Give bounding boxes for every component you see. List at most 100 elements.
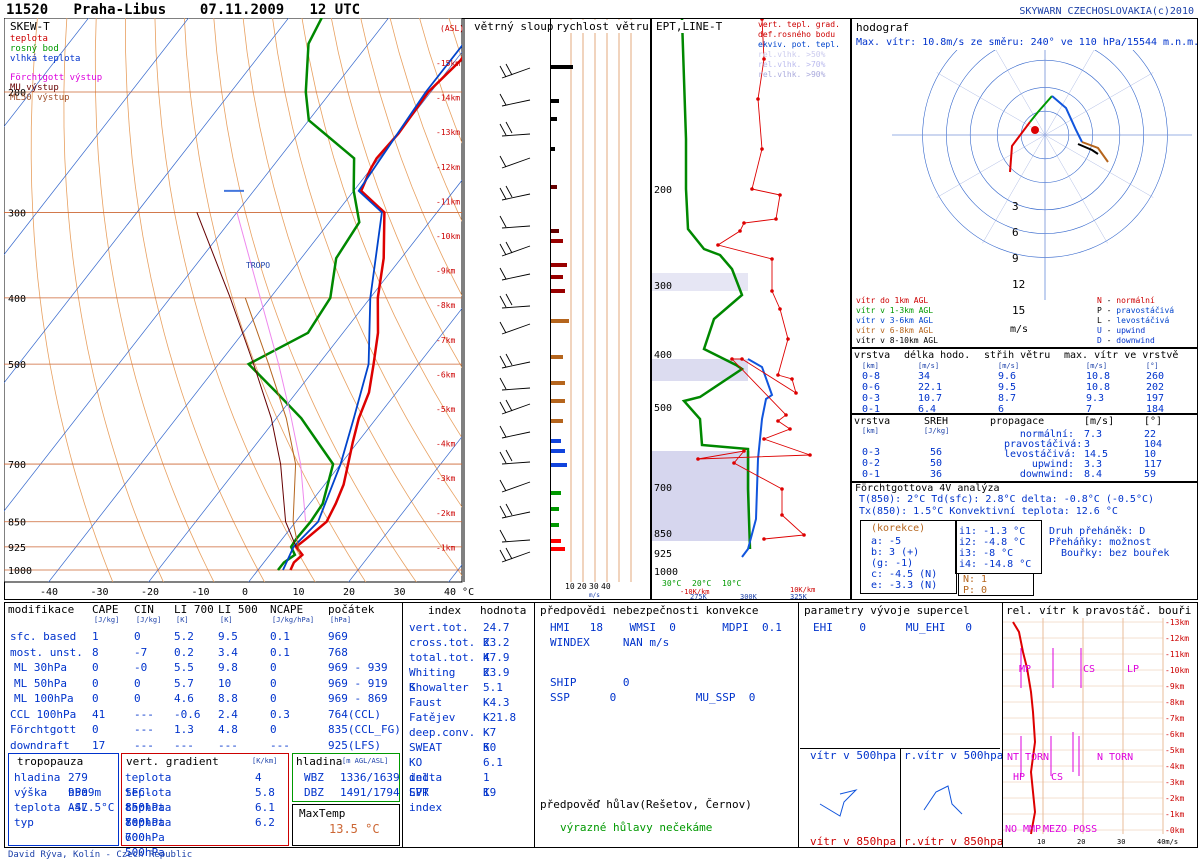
gradient-value: 5.8 <box>255 786 275 799</box>
lapse-rate-point <box>716 243 720 247</box>
sreh-cell: 0-2 <box>862 458 881 469</box>
mods-cell: 969 - 939 <box>328 661 388 674</box>
speed-bar <box>551 523 559 527</box>
hodo-ray <box>1044 134 1108 244</box>
pressure-label-925: 925 <box>8 543 26 554</box>
speed-bar <box>551 239 563 243</box>
gradient-unit: [K/km] <box>252 757 278 765</box>
mods-cell: 0 <box>270 692 277 705</box>
hodo-leg-8-10: vítr v 8-10km AGL <box>856 336 938 345</box>
lapse-rate-point <box>788 427 792 431</box>
height-label: -8km <box>436 301 455 310</box>
speed-bar <box>551 147 555 151</box>
station-header: 11520 Praha-Libus 07.11.2009 12 UTC <box>6 2 360 18</box>
mods-cell: 5.7 <box>174 676 194 690</box>
ept-bottom-label: 275K <box>690 593 708 599</box>
speed-tick: 30 <box>589 582 599 591</box>
hmi-value: 18 <box>589 621 603 634</box>
mods-unit-cell: [hPa] <box>330 616 352 624</box>
mods-cell: 0.1 <box>270 645 290 659</box>
sreh-h-deg: [°] <box>1144 416 1163 427</box>
shear-u-1: [m/s] <box>918 362 940 370</box>
ept-pressure-label: 200 <box>654 185 672 196</box>
hodo-storm-motion <box>1031 126 1039 134</box>
fg-e: e: -3.3 (N) <box>871 580 938 591</box>
rw500-label: r.vítr v 500hpa <box>904 749 1004 762</box>
fg-p: P: 0 <box>963 585 988 596</box>
relwind-xtick: 20 <box>1077 838 1085 846</box>
lapse-rate-point <box>774 217 778 221</box>
relwind-xtick: 30 <box>1117 838 1125 846</box>
hodo-seg-0-1 <box>1009 121 1031 173</box>
tropo-value: -47.5°C <box>68 801 115 814</box>
hodo-key-n-label: normální <box>1116 296 1155 305</box>
speed-bar <box>551 547 565 551</box>
wind-profile <box>463 18 531 582</box>
wind-barb <box>499 241 531 257</box>
mods-cell: 0 <box>92 692 99 705</box>
shear-cell: 0-8 <box>862 371 881 382</box>
speed-bar <box>551 539 561 543</box>
mods-cell: 5.2 <box>174 630 194 643</box>
hladina-value: 1336/1639 <box>340 771 400 784</box>
forchtgott-left: a: -5 b: 3 (+) (g: -1) c: -4.5 (N) e: -3… <box>871 536 937 591</box>
index-label: cross.tot. <box>409 636 476 649</box>
fg-i1: i1: -1.3 °C <box>959 526 1026 537</box>
tropo-label: typ <box>14 816 34 829</box>
wind-barb <box>499 449 531 465</box>
relwind-km-label: -4km <box>1165 762 1184 771</box>
temp-tick-label: 10 <box>293 587 305 598</box>
pressure-label-1000: 1000 <box>8 566 32 577</box>
mods-cell: 8.8 <box>218 692 238 705</box>
mods-cell: 9.8 <box>218 661 238 674</box>
sreh-h-propagace: propagace <box>990 416 1045 427</box>
gradient-value: 6.2 <box>255 816 275 829</box>
mini-hodo-500 <box>819 789 858 817</box>
relwind-xtick: 10 <box>1037 838 1045 846</box>
mods-cell: 4.6 <box>174 692 194 705</box>
indexes-h-index: index <box>428 604 462 617</box>
shear-cell: 34 <box>918 371 931 382</box>
hodo-ray <box>936 134 1046 198</box>
height-label: -9km <box>436 267 455 276</box>
hodo-ray <box>1044 134 1154 198</box>
mods-cell: 41 <box>92 707 106 721</box>
forecast-row4: SSP 0 MU_SSP 0 <box>550 691 755 704</box>
wind-barb <box>499 377 531 391</box>
tropo-label: teplota <box>14 801 61 814</box>
mods-cell: 969 <box>328 630 348 643</box>
relwind-km-label: -11km <box>1165 650 1189 659</box>
speed-bar <box>551 381 565 385</box>
relwind-km-label: -10km <box>1165 666 1189 675</box>
ept-legend: vert. tepl. grad. def.rosného bodu ekviv… <box>758 20 840 80</box>
mods-cell: -0 <box>134 661 148 674</box>
muehi-value: 0 <box>965 621 972 634</box>
hodo-ring-label: 9 <box>1012 252 1019 265</box>
wind-barb <box>499 399 531 415</box>
speed-bar <box>551 185 557 189</box>
ehi-label: EHI <box>813 621 833 634</box>
mods-cell: 0 <box>134 676 141 690</box>
hodo-leg-0-1: vítr do 1km AGL <box>856 296 929 305</box>
mods-unit-cell: [J/kg] <box>94 616 120 624</box>
legend-teplota: teplota <box>10 34 48 44</box>
mods-cell: -7 <box>134 645 148 659</box>
mods-cell: 0 <box>270 676 277 690</box>
pressure-label-850: 850 <box>8 518 26 529</box>
lapse-rate-point <box>778 193 782 197</box>
hodo-key-u: U <box>1097 326 1102 335</box>
ssp-label: SSP <box>550 691 570 704</box>
hodo-unit: m/s <box>1010 324 1028 335</box>
shear-h-vrstva: vrstva <box>854 350 891 361</box>
shear-cell: 9.5 <box>998 382 1017 393</box>
wind-barb <box>499 185 531 201</box>
mods-cell: 1 <box>92 630 99 643</box>
temp-tick-label: -10 <box>192 587 210 598</box>
mods-cell: --- <box>134 707 154 721</box>
mods-cell: 0.3 <box>270 707 290 721</box>
mods-cell: 10 <box>218 676 232 690</box>
shear-row: 0-8 34 9.6 10.8 260 <box>854 371 1194 382</box>
mods-cell: 0 <box>134 692 141 705</box>
lapse-rate-point <box>778 307 782 311</box>
lapse-rate-point <box>808 453 812 457</box>
